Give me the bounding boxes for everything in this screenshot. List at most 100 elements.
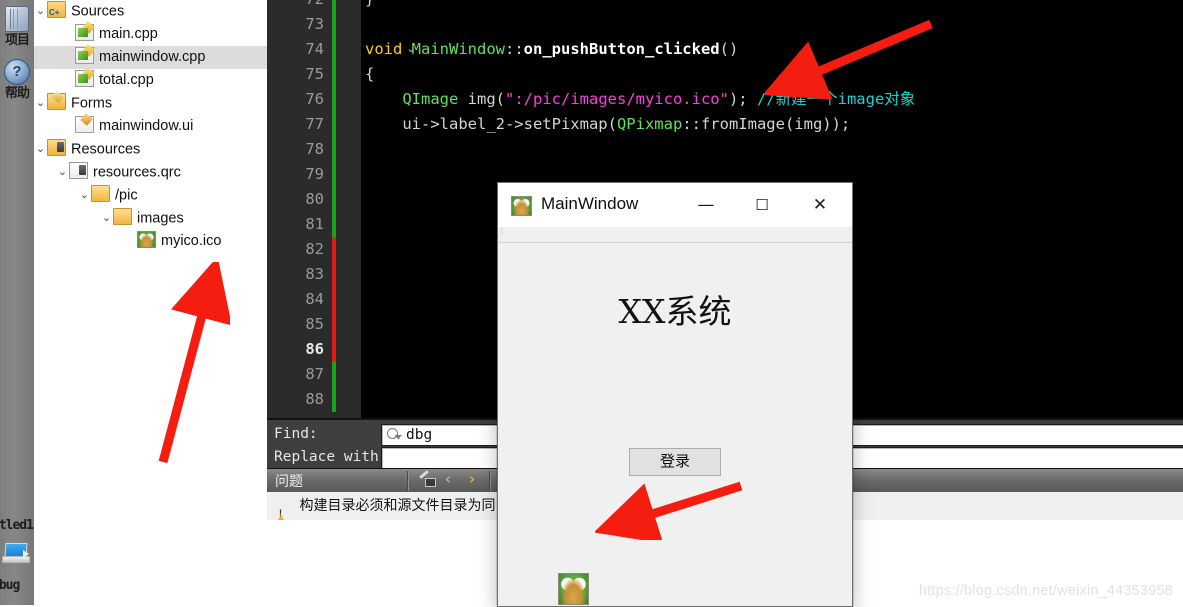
change-marker-green xyxy=(332,37,336,62)
rail-item-project-label: 项目 xyxy=(4,32,30,47)
tree-item-label: main.cpp xyxy=(99,26,158,42)
chevron-down-icon[interactable]: ⌄ xyxy=(78,184,91,207)
line-number-81: 81 xyxy=(305,215,324,233)
change-marker-green xyxy=(332,87,336,112)
toolbar-separator xyxy=(407,471,409,491)
tree-item-forms[interactable]: ⌄ Forms xyxy=(34,92,267,115)
system-title-label: XX系统 xyxy=(618,292,732,331)
tree-item-resources[interactable]: ⌄ Resources xyxy=(34,138,267,161)
change-marker-green xyxy=(332,162,336,187)
chevron-down-icon[interactable]: ⌄ xyxy=(56,161,69,184)
tree-item-mainwindow-ui[interactable]: mainwindow.ui xyxy=(34,115,267,138)
change-marker-red xyxy=(332,262,336,287)
change-marker-green xyxy=(332,212,336,237)
change-marker-green xyxy=(332,112,336,137)
tree-item-label: Sources xyxy=(71,3,125,20)
rail-item-help-label: 帮助 xyxy=(4,85,30,100)
change-marker-green xyxy=(332,387,336,412)
tree-item-label: mainwindow.ui xyxy=(99,118,194,134)
cpp-file-icon xyxy=(75,24,94,41)
code-line-72: } xyxy=(365,0,374,12)
frog-image-icon xyxy=(137,231,156,248)
mainwindow-title: MainWindow xyxy=(541,194,639,213)
next-chevron-icon[interactable]: › xyxy=(469,470,475,488)
tree-item-sources[interactable]: ⌄ Sources xyxy=(34,0,267,24)
line-number-77: 77 xyxy=(305,115,324,133)
code-line-76: QImage img(":/pic/images/myico.ico"); //… xyxy=(365,90,916,108)
mainwindow-menubar[interactable]: ⁞ xyxy=(498,227,852,243)
menubar-handle-icon: ⁞ xyxy=(501,227,504,236)
replace-label: Replace with: xyxy=(274,449,388,465)
resource-folder-icon xyxy=(47,139,66,157)
editor-line-number-gutter: 72 73 74 75 76 77 78 79 80 81 82 83 84 85 86 87 88 xyxy=(267,0,332,418)
mainwindow-central-widget: XX系统 登录 xyxy=(498,243,852,606)
tree-item-main-cpp[interactable]: main.cpp xyxy=(34,23,267,46)
change-marker-green xyxy=(332,62,336,87)
line-number-78: 78 xyxy=(305,140,324,158)
line-number-74: 74 xyxy=(305,40,324,58)
change-marker-red xyxy=(332,312,336,337)
mode-selector-rail: 项目 ? 帮助 itled1 ebug xyxy=(0,0,35,605)
issue-text: 构建目录必须和源文件目录为同 xyxy=(299,497,496,513)
kit-selector[interactable]: itled1 xyxy=(0,518,34,532)
tree-item-myico-ico[interactable]: myico.ico xyxy=(34,230,267,253)
minimize-button[interactable]: — xyxy=(683,183,729,227)
line-number-72: 72 xyxy=(270,0,324,12)
kit-name-label: itled1 xyxy=(0,518,34,533)
rail-item-help[interactable]: ? 帮助 xyxy=(0,55,34,99)
cpp-file-icon xyxy=(75,70,94,87)
change-marker-green xyxy=(332,12,336,37)
code-line-74: void MainWindow::on_pushButton_clicked() xyxy=(365,40,739,58)
tree-item--pic[interactable]: ⌄ /pic xyxy=(34,184,267,207)
line-number-86: 86 xyxy=(305,340,324,358)
change-marker-green xyxy=(332,362,336,387)
change-marker-red xyxy=(332,337,336,362)
build-config-label[interactable]: ebug xyxy=(0,578,34,592)
project-tree-panel[interactable]: ⌄ Sources main.cpp mainwindow.cpp total.cpp ⌄… xyxy=(34,0,267,605)
editor-change-marker-bar xyxy=(332,0,336,418)
maximize-button[interactable]: ☐ xyxy=(739,183,785,227)
tree-item-total-cpp[interactable]: total.cpp xyxy=(34,69,267,92)
chevron-down-icon[interactable]: ⌄ xyxy=(100,207,113,230)
cpp-folder-icon xyxy=(47,1,66,24)
find-input-value: dbg xyxy=(406,427,433,443)
watermark: https://blog.csdn.net/weixin_44353958 xyxy=(918,583,1173,599)
rail-item-project[interactable]: 项目 xyxy=(0,2,34,46)
change-marker-red xyxy=(332,287,336,312)
tree-item-label: Forms xyxy=(71,95,113,112)
frog-app-icon xyxy=(511,196,532,216)
line-number-87: 87 xyxy=(305,365,324,383)
help-question-icon: ? xyxy=(0,55,34,85)
line-number-85: 85 xyxy=(305,315,324,333)
change-marker-green xyxy=(332,187,336,212)
line-number-79: 79 xyxy=(305,165,324,183)
line-number-88: 88 xyxy=(305,390,324,408)
forms-folder-icon xyxy=(47,93,66,111)
tree-item-label: Resources xyxy=(71,141,141,158)
cpp-file-icon xyxy=(75,47,94,64)
warning-icon xyxy=(273,494,289,529)
line-number-84: 84 xyxy=(305,290,324,308)
tab-issues[interactable]: 问题 xyxy=(275,471,303,491)
folder-icon xyxy=(113,208,132,226)
mainwindow-titlebar[interactable]: MainWindow — ☐ ✕ xyxy=(498,183,852,227)
tree-item-label: resources.qrc xyxy=(93,164,181,181)
prev-chevron-icon[interactable]: ‹ xyxy=(445,470,451,488)
mainwindow-dialog[interactable]: MainWindow — ☐ ✕ ⁞ XX系统 登录 xyxy=(497,182,853,607)
change-marker-green xyxy=(332,137,336,162)
chevron-down-icon[interactable]: ⌄ xyxy=(34,92,47,115)
magnifier-dropdown-icon[interactable] xyxy=(396,435,402,438)
chevron-down-icon[interactable]: ⌄ xyxy=(34,138,47,161)
tree-item-label: images xyxy=(137,210,184,227)
tree-item-resources-qrc[interactable]: ⌄ resources.qrc xyxy=(34,161,267,184)
tree-item-label: total.cpp xyxy=(99,72,154,88)
editor-fold-gutter[interactable]: ⌄ xyxy=(332,0,416,418)
line-number-80: 80 xyxy=(305,190,324,208)
issue-row[interactable]: 构建目录必须和源文件目录为同 xyxy=(267,492,496,529)
close-button[interactable]: ✕ xyxy=(797,183,843,227)
login-button[interactable]: 登录 xyxy=(629,448,721,476)
tree-item-images[interactable]: ⌄ images xyxy=(34,207,267,230)
tree-item-mainwindow-cpp[interactable]: mainwindow.cpp xyxy=(34,46,267,69)
chevron-down-icon[interactable]: ⌄ xyxy=(34,0,47,23)
frog-pixmap-image xyxy=(558,573,589,605)
